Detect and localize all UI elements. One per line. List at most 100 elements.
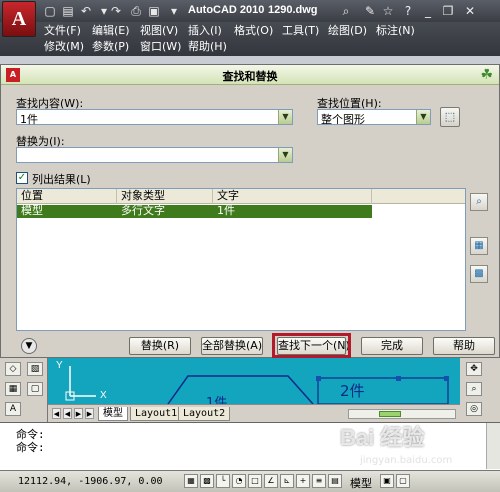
menu-window[interactable]: 窗口(W) [140,40,181,54]
close-icon[interactable]: ✕ [462,3,478,19]
table-tool-icon[interactable]: ▦ [5,382,21,396]
chevron-down-icon[interactable]: ▼ [416,110,430,124]
menu-dimension[interactable]: 标注(N) [376,24,415,38]
app-title: AutoCAD 2010 [188,4,265,16]
replace-button[interactable]: 替换(R) [129,337,191,355]
grip[interactable] [444,376,449,381]
zoom-icon[interactable]: ⌕ [466,382,482,396]
replace-input[interactable]: ▼ [16,147,293,163]
help-button[interactable]: 帮助 [433,337,495,355]
save-icon[interactable]: ▣ [146,3,162,19]
cell-location: 模型 [21,204,43,217]
new-icon[interactable]: ▢ [42,3,58,19]
tab-layout1[interactable]: Layout1 [130,407,183,421]
last-tab-icon[interactable]: ▶ [85,408,94,419]
restore-icon[interactable]: ❐ [440,3,456,19]
ortho-icon[interactable]: └ [216,474,230,488]
menu-tools[interactable]: 工具(T) [282,24,319,38]
create-selection-button[interactable]: ▦ [470,237,488,255]
command-prompt[interactable]: 命令: [16,439,45,455]
menu-file[interactable]: 文件(F) [44,24,81,38]
quick-view-drawings-icon[interactable]: ▢ [396,474,410,488]
menu-bar: 文件(F) 编辑(E) 视图(V) 插入(I) 格式(O) 工具(T) 绘图(D… [0,22,500,56]
model-canvas[interactable]: X Y 1件 2件 [48,358,460,411]
find-where-select[interactable]: 整个图形 ▼ [317,109,431,126]
mtext-2[interactable]: 2件 [340,380,365,401]
grip[interactable] [316,376,321,381]
application-menu-button[interactable]: A [2,1,36,37]
menu-parametric[interactable]: 参数(P) [92,40,129,54]
draw-tool-icon[interactable]: ◇ [5,362,21,376]
text-tool-icon[interactable]: A [5,402,21,416]
chevron-down-icon[interactable]: ▼ [278,148,292,162]
tools-icon[interactable]: ✎ [362,3,378,19]
tab-model[interactable]: 模型 [98,407,128,421]
selection-set-icon: ▦ [474,240,484,251]
dialog-title-bar[interactable]: A 查找和替换 ☘ [1,65,499,85]
title-bar: A ▢ ▤ ↶ ▾ ↷ ⎙ ▣ ▾ AutoCAD 2010 1290.dwg … [0,0,500,37]
column-location[interactable]: 位置 [17,189,117,204]
table-row[interactable]: 模型 多行文字 1件 [17,205,372,218]
trapezoid-outline [167,375,314,405]
chevron-down-icon[interactable]: ▼ [278,110,292,124]
print-icon[interactable]: ⎙ [128,3,144,19]
menu-insert[interactable]: 插入(I) [188,24,222,38]
undo-icon[interactable]: ↶ [78,3,94,19]
menu-modify[interactable]: 修改(M) [44,40,84,54]
collapse-options-button[interactable]: ▼ [21,338,37,354]
coordinate-readout[interactable]: 12112.94, -1906.97, 0.00 [18,476,163,487]
dialog-title: 查找和替换 [222,70,278,83]
tab-layout2[interactable]: Layout2 [178,407,231,421]
select-objects-icon: ⬚ [444,110,456,123]
find-input[interactable]: 1件 ▼ [16,109,293,126]
first-tab-icon[interactable]: ◀ [52,408,61,419]
menu-draw[interactable]: 绘图(D) [328,24,367,38]
model-space-indicator[interactable]: 模型 [350,475,372,491]
otrack-icon[interactable]: ∠ [264,474,278,488]
next-tab-icon[interactable]: ▶ [74,408,83,419]
quick-view-icon[interactable]: ▣ [380,474,394,488]
minimize-icon[interactable]: _ [420,3,436,19]
polar-icon[interactable]: ◔ [232,474,246,488]
zoom-to-highlighted-button[interactable]: ⌕ [470,193,488,211]
menu-edit[interactable]: 编辑(E) [92,24,130,38]
select-all-button[interactable]: ▩ [470,265,488,283]
menu-help[interactable]: 帮助(H) [188,40,227,54]
qp-icon[interactable]: ▤ [328,474,342,488]
lineweight-icon[interactable]: ≡ [312,474,326,488]
grip[interactable] [396,376,401,381]
redo-icon[interactable]: ↷ [108,3,124,19]
list-results-label: 列出结果(L) [32,173,91,186]
scrollbar-thumb[interactable] [379,411,401,417]
snap-icon[interactable]: ▦ [184,474,198,488]
select-objects-button[interactable]: ⬚ [440,107,460,127]
binoculars-icon[interactable]: ⌕ [338,3,354,19]
open-icon[interactable]: ▤ [60,3,76,19]
find-next-highlight [272,333,351,358]
column-object-type[interactable]: 对象类型 [117,189,213,204]
done-button[interactable]: 完成 [361,337,423,355]
quick-access-menu-icon[interactable]: ▾ [166,3,182,19]
menu-view[interactable]: 视图(V) [140,24,178,38]
star-icon[interactable]: ☆ [380,3,396,19]
dyn-icon[interactable]: + [296,474,310,488]
drawing-area: ◇ ▧ ▦ ▢ A X Y 1件 2件 ✥ ⌕ ◎ ◀ ◀ ▶ ▶ 模型 Lay… [0,358,500,422]
list-results-checkbox[interactable]: ✓ [16,172,28,184]
column-text[interactable]: 文字 [213,189,372,204]
horizontal-scrollbar[interactable] [348,409,456,419]
prev-tab-icon[interactable]: ◀ [63,408,72,419]
region-tool-icon[interactable]: ▢ [27,382,43,396]
replace-all-button[interactable]: 全部替换(A) [201,337,263,355]
ducs-icon[interactable]: ⊾ [280,474,294,488]
menu-format[interactable]: 格式(O) [234,24,273,38]
pan-icon[interactable]: ✥ [466,362,482,376]
command-line[interactable]: 命令: 命令: [0,422,500,470]
osnap-icon[interactable]: □ [248,474,262,488]
orbit-icon[interactable]: ◎ [466,402,482,416]
command-scrollbar[interactable] [486,423,500,469]
zoom-icon: ⌕ [476,196,482,207]
hatch-tool-icon[interactable]: ▧ [27,362,43,376]
results-list[interactable]: 位置 对象类型 文字 模型 多行文字 1件 [16,188,466,331]
help-icon[interactable]: ? [400,3,416,19]
grid-icon[interactable]: ▩ [200,474,214,488]
